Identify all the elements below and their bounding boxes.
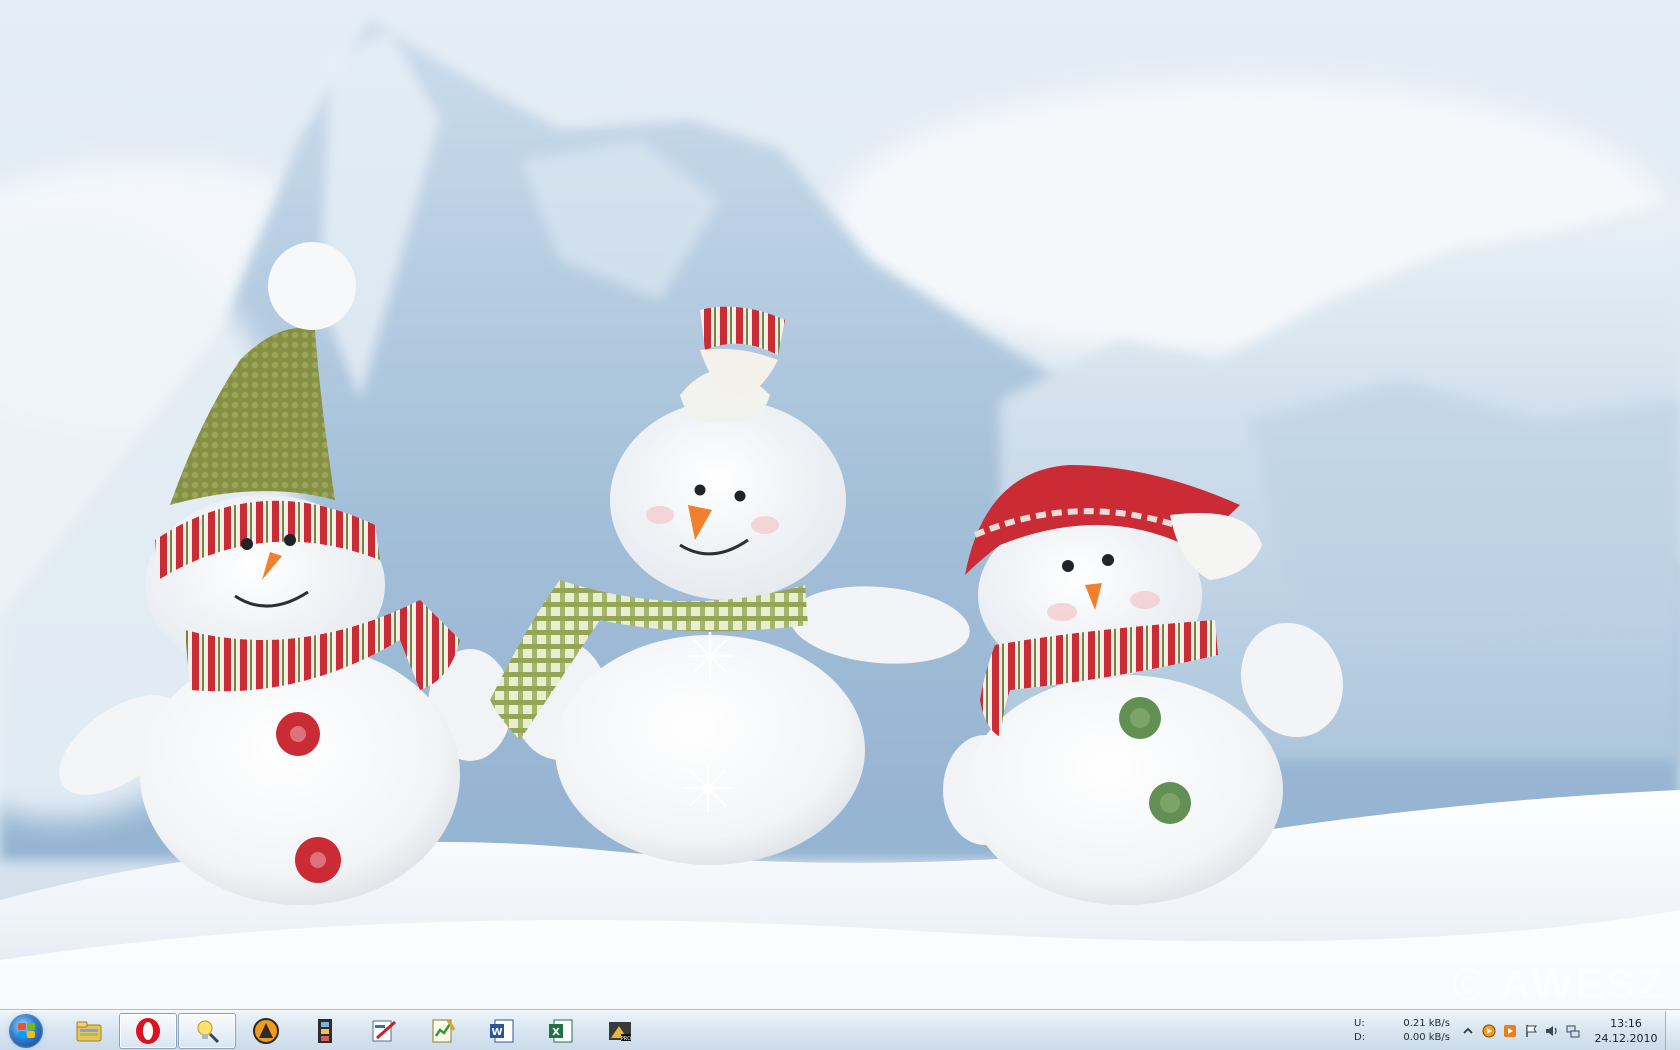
speaker-icon <box>1546 1026 1557 1036</box>
aimp-player-icon <box>253 1018 279 1044</box>
taskbar-item-pro-application[interactable]: PRO <box>591 1013 649 1049</box>
taskbar[interactable]: W X PRO U: 0.21 kB/s D: 0.00 kB/s 13:16 … <box>0 1010 1680 1050</box>
network-meter[interactable]: U: 0.21 kB/s D: 0.00 kB/s <box>1354 1017 1450 1045</box>
volume-button[interactable] <box>1544 1023 1560 1039</box>
notepad-chart-icon <box>432 1019 456 1043</box>
show-hidden-icons-button[interactable] <box>1460 1023 1476 1039</box>
upload-value: 0.21 kB/s <box>1403 1018 1450 1029</box>
svg-text:PRO: PRO <box>621 1036 631 1042</box>
paint-brush-icon <box>372 1020 396 1042</box>
taskbar-item-tips-application[interactable] <box>178 1013 236 1049</box>
action-center-button[interactable] <box>1523 1023 1539 1039</box>
clock-time: 13:16 <box>1610 1017 1642 1030</box>
svg-text:W: W <box>491 1027 502 1038</box>
tray-icons <box>1460 1023 1581 1039</box>
taskbar-item-video-editor[interactable] <box>296 1013 354 1049</box>
download-value: 0.00 kB/s <box>1403 1032 1450 1043</box>
upload-label: U: <box>1354 1018 1365 1029</box>
flag-icon <box>1526 1025 1537 1037</box>
chevron-up-icon <box>1463 1027 1473 1034</box>
wallpaper-snowmen <box>0 0 1680 1010</box>
tray-app-player[interactable] <box>1502 1023 1518 1039</box>
lightbulb-icon <box>197 1020 220 1044</box>
opera-icon <box>136 1018 160 1044</box>
show-desktop-button[interactable] <box>1665 1011 1680 1050</box>
network-button[interactable] <box>1565 1023 1581 1039</box>
taskbar-item-opera-browser[interactable] <box>119 1013 177 1049</box>
taskbar-item-chart-notes[interactable] <box>414 1013 472 1049</box>
pro-app-icon: PRO <box>609 1022 631 1042</box>
taskbar-item-paint-application[interactable] <box>355 1013 413 1049</box>
taskbar-item-microsoft-word[interactable]: W <box>473 1013 531 1049</box>
clock-date: 24.12.2010 <box>1594 1032 1658 1045</box>
taskbar-item-aimp-player[interactable] <box>237 1013 295 1049</box>
taskbar-pinned-items: W X PRO <box>60 1013 650 1049</box>
taskbar-item-windows-explorer[interactable] <box>60 1013 118 1049</box>
player-icon <box>1504 1025 1516 1037</box>
film-strip-icon <box>318 1019 332 1043</box>
desktop[interactable]: © AWESZ <box>0 0 1680 1010</box>
download-label: D: <box>1354 1032 1366 1043</box>
taskbar-item-microsoft-excel[interactable]: X <box>532 1013 590 1049</box>
folder-library-icon <box>76 1021 102 1042</box>
tray-app-orange[interactable] <box>1481 1023 1497 1039</box>
excel-icon: X <box>549 1019 573 1043</box>
notification-area: U: 0.21 kB/s D: 0.00 kB/s 13:16 24.12.20… <box>1354 1011 1680 1050</box>
network-icon <box>1566 1025 1580 1038</box>
orange-app-icon <box>1482 1024 1496 1038</box>
start-button[interactable] <box>4 1013 48 1049</box>
clock[interactable]: 13:16 24.12.2010 <box>1591 1016 1661 1046</box>
windows-logo-icon <box>10 1015 42 1047</box>
word-icon: W <box>490 1019 514 1043</box>
svg-text:X: X <box>552 1027 560 1038</box>
